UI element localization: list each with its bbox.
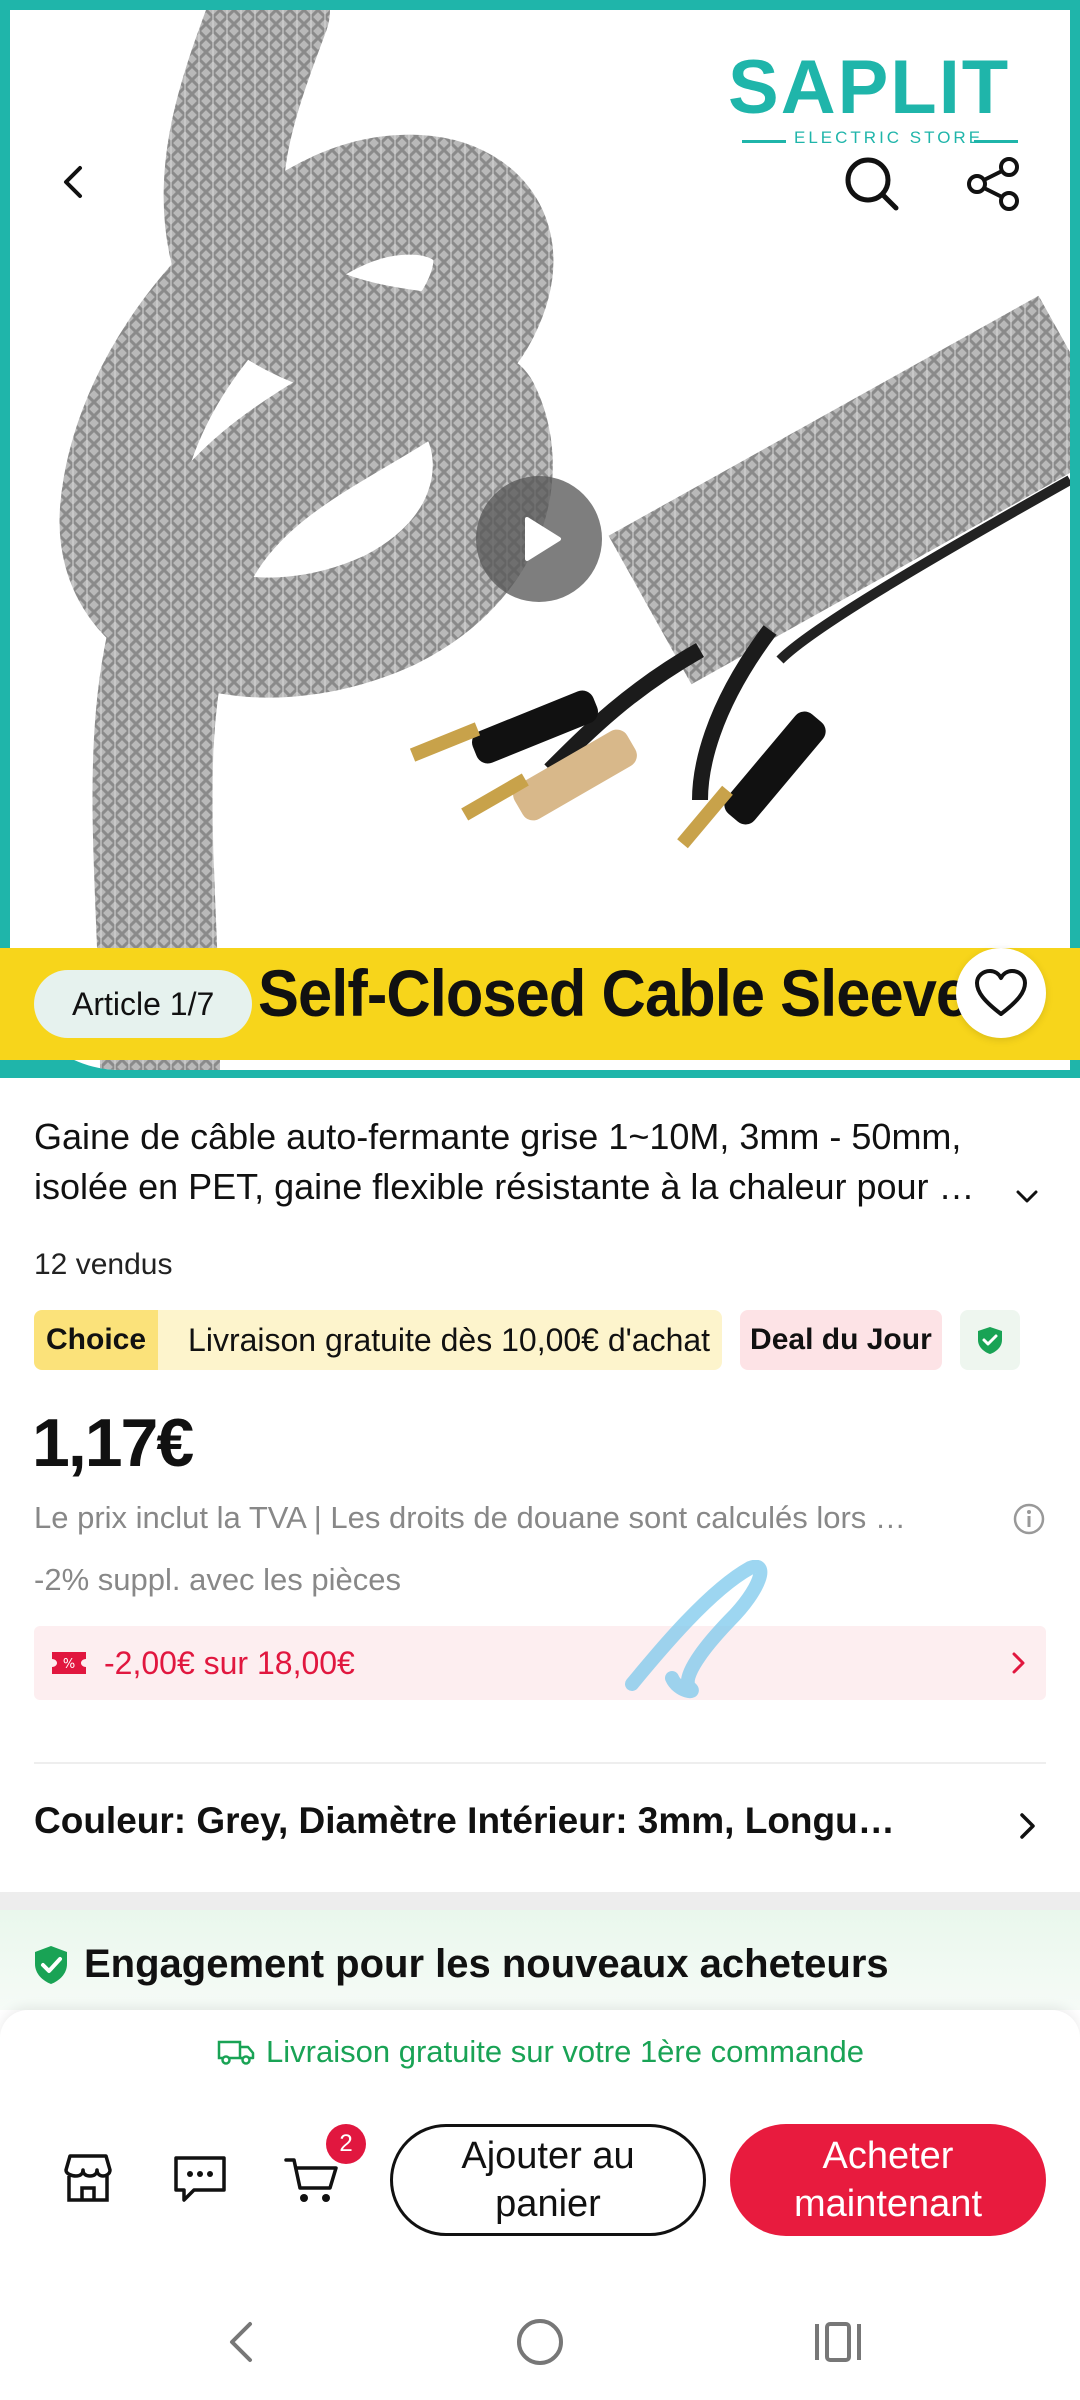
buy-now-label-line1: Acheter — [822, 2135, 954, 2177]
choice-label: Choice — [34, 1310, 159, 1370]
system-home-button[interactable] — [500, 2302, 580, 2382]
product-price: 1,17€ — [32, 1405, 194, 1481]
product-title-line2: isolée en PET, gaine flexible résistante… — [34, 1166, 975, 1207]
logo-text: SAPLIT — [728, 45, 1011, 130]
store-logo: SAPLIT ELECTRIC STORE — [728, 44, 1028, 154]
banner-title: Self-Closed Cable Sleeve — [258, 956, 970, 1030]
play-video-button[interactable] — [476, 476, 602, 602]
shield-check-icon — [35, 1946, 67, 1984]
system-recents-button[interactable] — [798, 2302, 878, 2382]
image-counter: Article 1/7 — [34, 970, 253, 1038]
favorite-button[interactable] — [956, 948, 1046, 1038]
protection-badge[interactable] — [959, 1310, 1020, 1370]
back-arrow-icon — [64, 166, 82, 198]
buy-now-label-line2: maintenant — [793, 2183, 982, 2225]
tax-note: Le prix inclut la TVA | Les droits de do… — [34, 1500, 906, 1535]
add-to-cart-label-line1: Ajouter au — [461, 2135, 635, 2177]
logo-line-left — [742, 140, 786, 143]
buyer-commitment-title: Engagement pour les nouveaux acheteurs — [84, 1942, 889, 1986]
variant-selector[interactable]: Couleur: Grey, Diamètre Intérieur: 3mm, … — [34, 1800, 994, 1842]
scribble-mark — [625, 1560, 768, 1699]
product-title[interactable]: Gaine de câble auto-fermante grise 1~10M… — [34, 1112, 1044, 1212]
back-chevron-icon — [230, 2322, 252, 2362]
sold-count: 12 vendus — [34, 1248, 173, 1281]
logo-line-right — [974, 140, 1018, 143]
coupon-row[interactable]: % -2,00€ sur 18,00€ — [34, 1626, 1046, 1700]
deal-badge[interactable]: Deal du Jour — [740, 1310, 942, 1370]
truck-icon — [217, 2040, 255, 2065]
play-icon — [525, 517, 561, 561]
home-circle-icon — [517, 2319, 563, 2365]
product-image-carousel[interactable]: Self-Closed Cable Sleeve Article 1/7 SAP… — [0, 0, 1080, 1078]
info-icon[interactable] — [1012, 1502, 1046, 1536]
shield-check-icon — [977, 1327, 1002, 1354]
choice-badge[interactable]: Choice Livraison gratuite dès 10,00€ d'a… — [34, 1310, 723, 1370]
system-back-button[interactable] — [202, 2302, 282, 2382]
product-title-line1: Gaine de câble auto-fermante grise 1~10M… — [34, 1116, 962, 1157]
search-button[interactable] — [836, 148, 908, 220]
logo-subtext: ELECTRIC STORE — [794, 128, 984, 147]
add-to-cart-label: Ajouter au panier — [461, 2132, 634, 2228]
section-separator — [0, 1892, 1080, 1910]
chevron-right-icon — [1012, 1652, 1025, 1674]
promo-tags: Choice Livraison gratuite dès 10,00€ d'a… — [34, 1310, 1020, 1370]
share-icon — [967, 157, 1019, 211]
cart-count-badge: 2 — [326, 2124, 366, 2164]
extra-discount: -2% suppl. avec les pièces — [34, 1562, 402, 1597]
recents-icon — [815, 2322, 861, 2362]
buy-now-button[interactable]: Acheter maintenant — [730, 2124, 1046, 2236]
back-button[interactable] — [42, 150, 106, 214]
store-button[interactable] — [56, 2146, 120, 2210]
free-shipping-text: Livraison gratuite sur votre 1ère comman… — [266, 2034, 864, 2069]
coupon-text: -2,00€ sur 18,00€ — [104, 1645, 355, 1681]
share-button[interactable] — [958, 148, 1030, 220]
free-shipping-note: Livraison gratuite sur votre 1ère comman… — [0, 2034, 1080, 2070]
add-to-cart-button[interactable]: Ajouter au panier — [390, 2124, 706, 2236]
svg-text:%: % — [63, 1657, 75, 1672]
add-to-cart-label-line2: panier — [495, 2183, 601, 2225]
chevron-right-icon[interactable] — [1010, 1808, 1046, 1844]
chat-icon — [174, 2156, 226, 2202]
coupon-icon: % — [52, 1652, 86, 1674]
divider — [34, 1762, 1046, 1764]
chat-button[interactable] — [168, 2146, 232, 2210]
free-shipping-threshold: Livraison gratuite dès 10,00€ d'achat — [158, 1310, 723, 1370]
store-icon — [64, 2154, 112, 2202]
chevron-down-icon[interactable] — [1010, 1180, 1044, 1214]
buy-now-label: Acheter maintenant — [794, 2132, 982, 2228]
heart-icon — [975, 969, 1027, 1016]
search-icon — [845, 157, 899, 211]
